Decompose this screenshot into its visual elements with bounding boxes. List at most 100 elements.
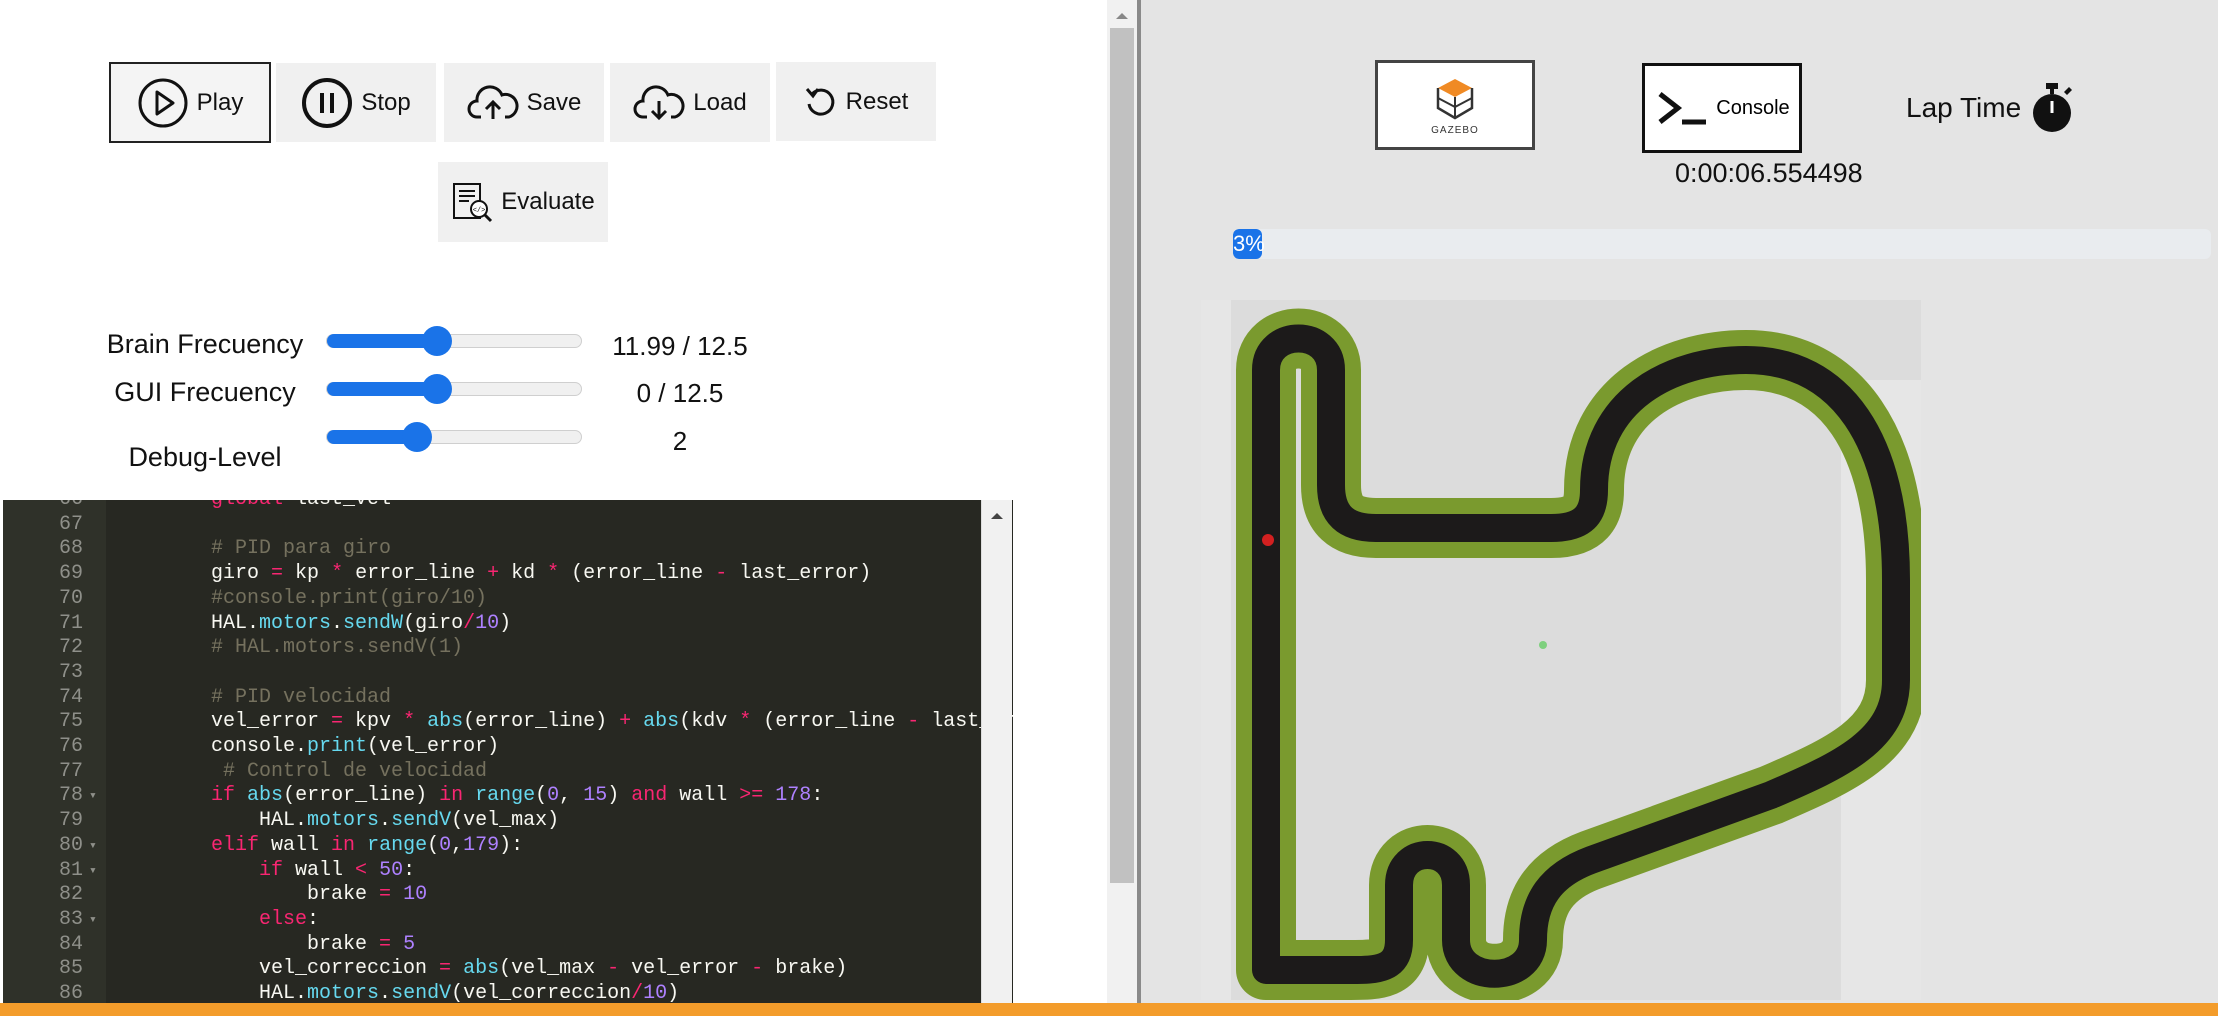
- fold-arrow-icon[interactable]: ▾: [89, 784, 97, 808]
- fold-arrow-icon[interactable]: ▾: [89, 834, 97, 858]
- left-pane: Play Stop Save Load Reset </> Evaluate B…: [0, 0, 1107, 1016]
- code-text: vel_correccion = abs(vel_max - vel_error…: [163, 957, 848, 981]
- code-line[interactable]: 78 ▾ if abs(error_line) in range(0, 15) a…: [3, 784, 1013, 808]
- progress-text: 3%: [1233, 231, 1265, 256]
- code-line[interactable]: 69 giro = kp * error_line + kd * (error_…: [3, 562, 1013, 586]
- line-number: 77: [58, 759, 83, 783]
- debug-level-slider[interactable]: [326, 422, 582, 452]
- code-line[interactable]: 85 vel_correccion = abs(vel_max - vel_er…: [3, 957, 1013, 981]
- brain-frequency-label: Brain Frecuency: [106, 329, 304, 359]
- code-line[interactable]: 76 console.print(vel_error): [3, 735, 1013, 759]
- terminal-icon: [1658, 92, 1707, 125]
- cloud-upload-icon: [467, 84, 519, 119]
- editor-scrollbar[interactable]: [981, 500, 1012, 1016]
- code-text: # PID para giro: [211, 537, 392, 561]
- evaluate-icon: </>: [453, 183, 493, 223]
- code-text: HAL.motors.sendV(vel_max): [163, 809, 560, 833]
- line-number: 67: [58, 512, 83, 536]
- code-line[interactable]: 66 global last_vel: [3, 500, 1013, 512]
- lap-time-text: Lap Time: [1906, 92, 2022, 123]
- code-text: # Control de velocidad: [223, 759, 488, 783]
- gui-frequency-value: 0 / 12.5: [636, 378, 724, 408]
- code-line[interactable]: 71 HAL.motors.sendW(giro/10): [3, 612, 1013, 636]
- fold-arrow-icon[interactable]: ▾: [89, 859, 97, 883]
- line-number: 81: [58, 858, 83, 882]
- save-label: Save: [526, 88, 582, 116]
- code-line[interactable]: 75 vel_error = kpv * abs(error_line) + a…: [3, 710, 1013, 734]
- code-line[interactable]: 72 # HAL.motors.sendV(1): [3, 636, 1013, 660]
- code-text: if abs(error_line) in range(0, 15) and w…: [211, 784, 824, 808]
- brain-frequency-slider[interactable]: [326, 326, 582, 356]
- code-line[interactable]: 82 brake = 10: [3, 883, 1013, 907]
- bottom-status-bar: [0, 1003, 2218, 1016]
- line-number: 69: [58, 562, 83, 586]
- load-button[interactable]: Load: [610, 63, 770, 142]
- play-icon: [138, 78, 188, 127]
- lap-time-label: Lap Time: [1906, 82, 2075, 134]
- code-line[interactable]: 84 brake = 5: [3, 933, 1013, 957]
- evaluate-button[interactable]: </> Evaluate: [438, 162, 608, 242]
- line-number: 83: [58, 907, 83, 931]
- code-line[interactable]: 67: [3, 513, 1013, 537]
- stop-label: Stop: [361, 88, 411, 116]
- line-number: 73: [58, 660, 83, 684]
- line-number: 68: [58, 537, 83, 561]
- code-text: # HAL.motors.sendV(1): [211, 636, 464, 660]
- brain-frequency-value: 11.99 / 12.5: [612, 331, 748, 361]
- line-number: 85: [58, 957, 83, 981]
- target-marker: [1539, 641, 1547, 649]
- scroll-up-arrow-icon[interactable]: [982, 506, 1012, 526]
- console-label: Console: [1716, 96, 1790, 119]
- code-line[interactable]: 74 # PID velocidad: [3, 686, 1013, 710]
- code-line[interactable]: 81 ▾ if wall < 50:: [3, 859, 1013, 883]
- code-text: console.print(vel_error): [163, 735, 500, 758]
- line-number: 72: [58, 636, 83, 660]
- gazebo-button[interactable]: GAZEBO: [1375, 60, 1535, 150]
- brain-frequency-fill: [327, 334, 438, 348]
- svg-text:</>: </>: [473, 207, 486, 215]
- code-text: brake = 10: [163, 883, 428, 907]
- code-text: giro = kp * error_line + kd * (error_lin…: [163, 562, 872, 586]
- play-label: Play: [196, 88, 244, 116]
- lap-time-value: 0:00:06.554498: [1675, 158, 1863, 188]
- reset-label: Reset: [845, 87, 909, 115]
- reset-button[interactable]: Reset: [776, 62, 936, 141]
- save-button[interactable]: Save: [444, 63, 604, 142]
- code-editor[interactable]: 66 global last_vel6768 # PID para giro69…: [3, 500, 1013, 1016]
- fold-arrow-icon[interactable]: ▾: [89, 908, 97, 932]
- play-button[interactable]: Play: [109, 62, 271, 143]
- code-line[interactable]: 77 # Control de velocidad: [3, 760, 1013, 784]
- code-line[interactable]: 79 HAL.motors.sendV(vel_max): [3, 809, 1013, 833]
- code-line[interactable]: 83 ▾ else:: [3, 908, 1013, 932]
- code-text: # PID velocidad: [211, 685, 392, 709]
- line-number: 74: [58, 685, 83, 709]
- gazebo-label: GAZEBO: [1431, 124, 1479, 136]
- debug-level-value: 2: [672, 426, 688, 456]
- progress-bar: 3%: [1233, 229, 2211, 259]
- scroll-up-arrow-icon[interactable]: [1107, 6, 1137, 26]
- stopwatch-icon: [2033, 83, 2073, 132]
- gui-frequency-slider[interactable]: [326, 374, 582, 404]
- code-line[interactable]: 80 ▾ elif wall in range(0,179):: [3, 834, 1013, 858]
- gui-frequency-label: GUI Frecuency: [114, 377, 296, 407]
- line-number: 70: [58, 586, 83, 610]
- main-scrollbar[interactable]: [1107, 0, 1137, 1016]
- code-line[interactable]: 70 #console.print(giro/10): [3, 587, 1013, 611]
- code-line[interactable]: 73: [3, 661, 1013, 685]
- brain-frequency-thumb[interactable]: [422, 326, 453, 356]
- line-number: 78: [58, 784, 83, 808]
- stop-button[interactable]: Stop: [276, 63, 436, 142]
- console-button[interactable]: Console: [1642, 63, 1802, 153]
- line-number: 80: [58, 833, 83, 857]
- line-number: 71: [58, 611, 83, 635]
- debug-level-thumb[interactable]: [401, 422, 432, 452]
- evaluate-label: Evaluate: [501, 188, 595, 215]
- code-text: #console.print(giro/10): [211, 586, 488, 610]
- code-line[interactable]: 68 # PID para giro: [3, 537, 1013, 561]
- circuit-map: [1201, 300, 1921, 1000]
- cloud-download-icon: [633, 84, 685, 120]
- gui-frequency-thumb[interactable]: [422, 374, 453, 404]
- line-number: 84: [58, 932, 83, 956]
- line-number: 79: [58, 809, 83, 833]
- main-scrollbar-thumb[interactable]: [1110, 28, 1134, 883]
